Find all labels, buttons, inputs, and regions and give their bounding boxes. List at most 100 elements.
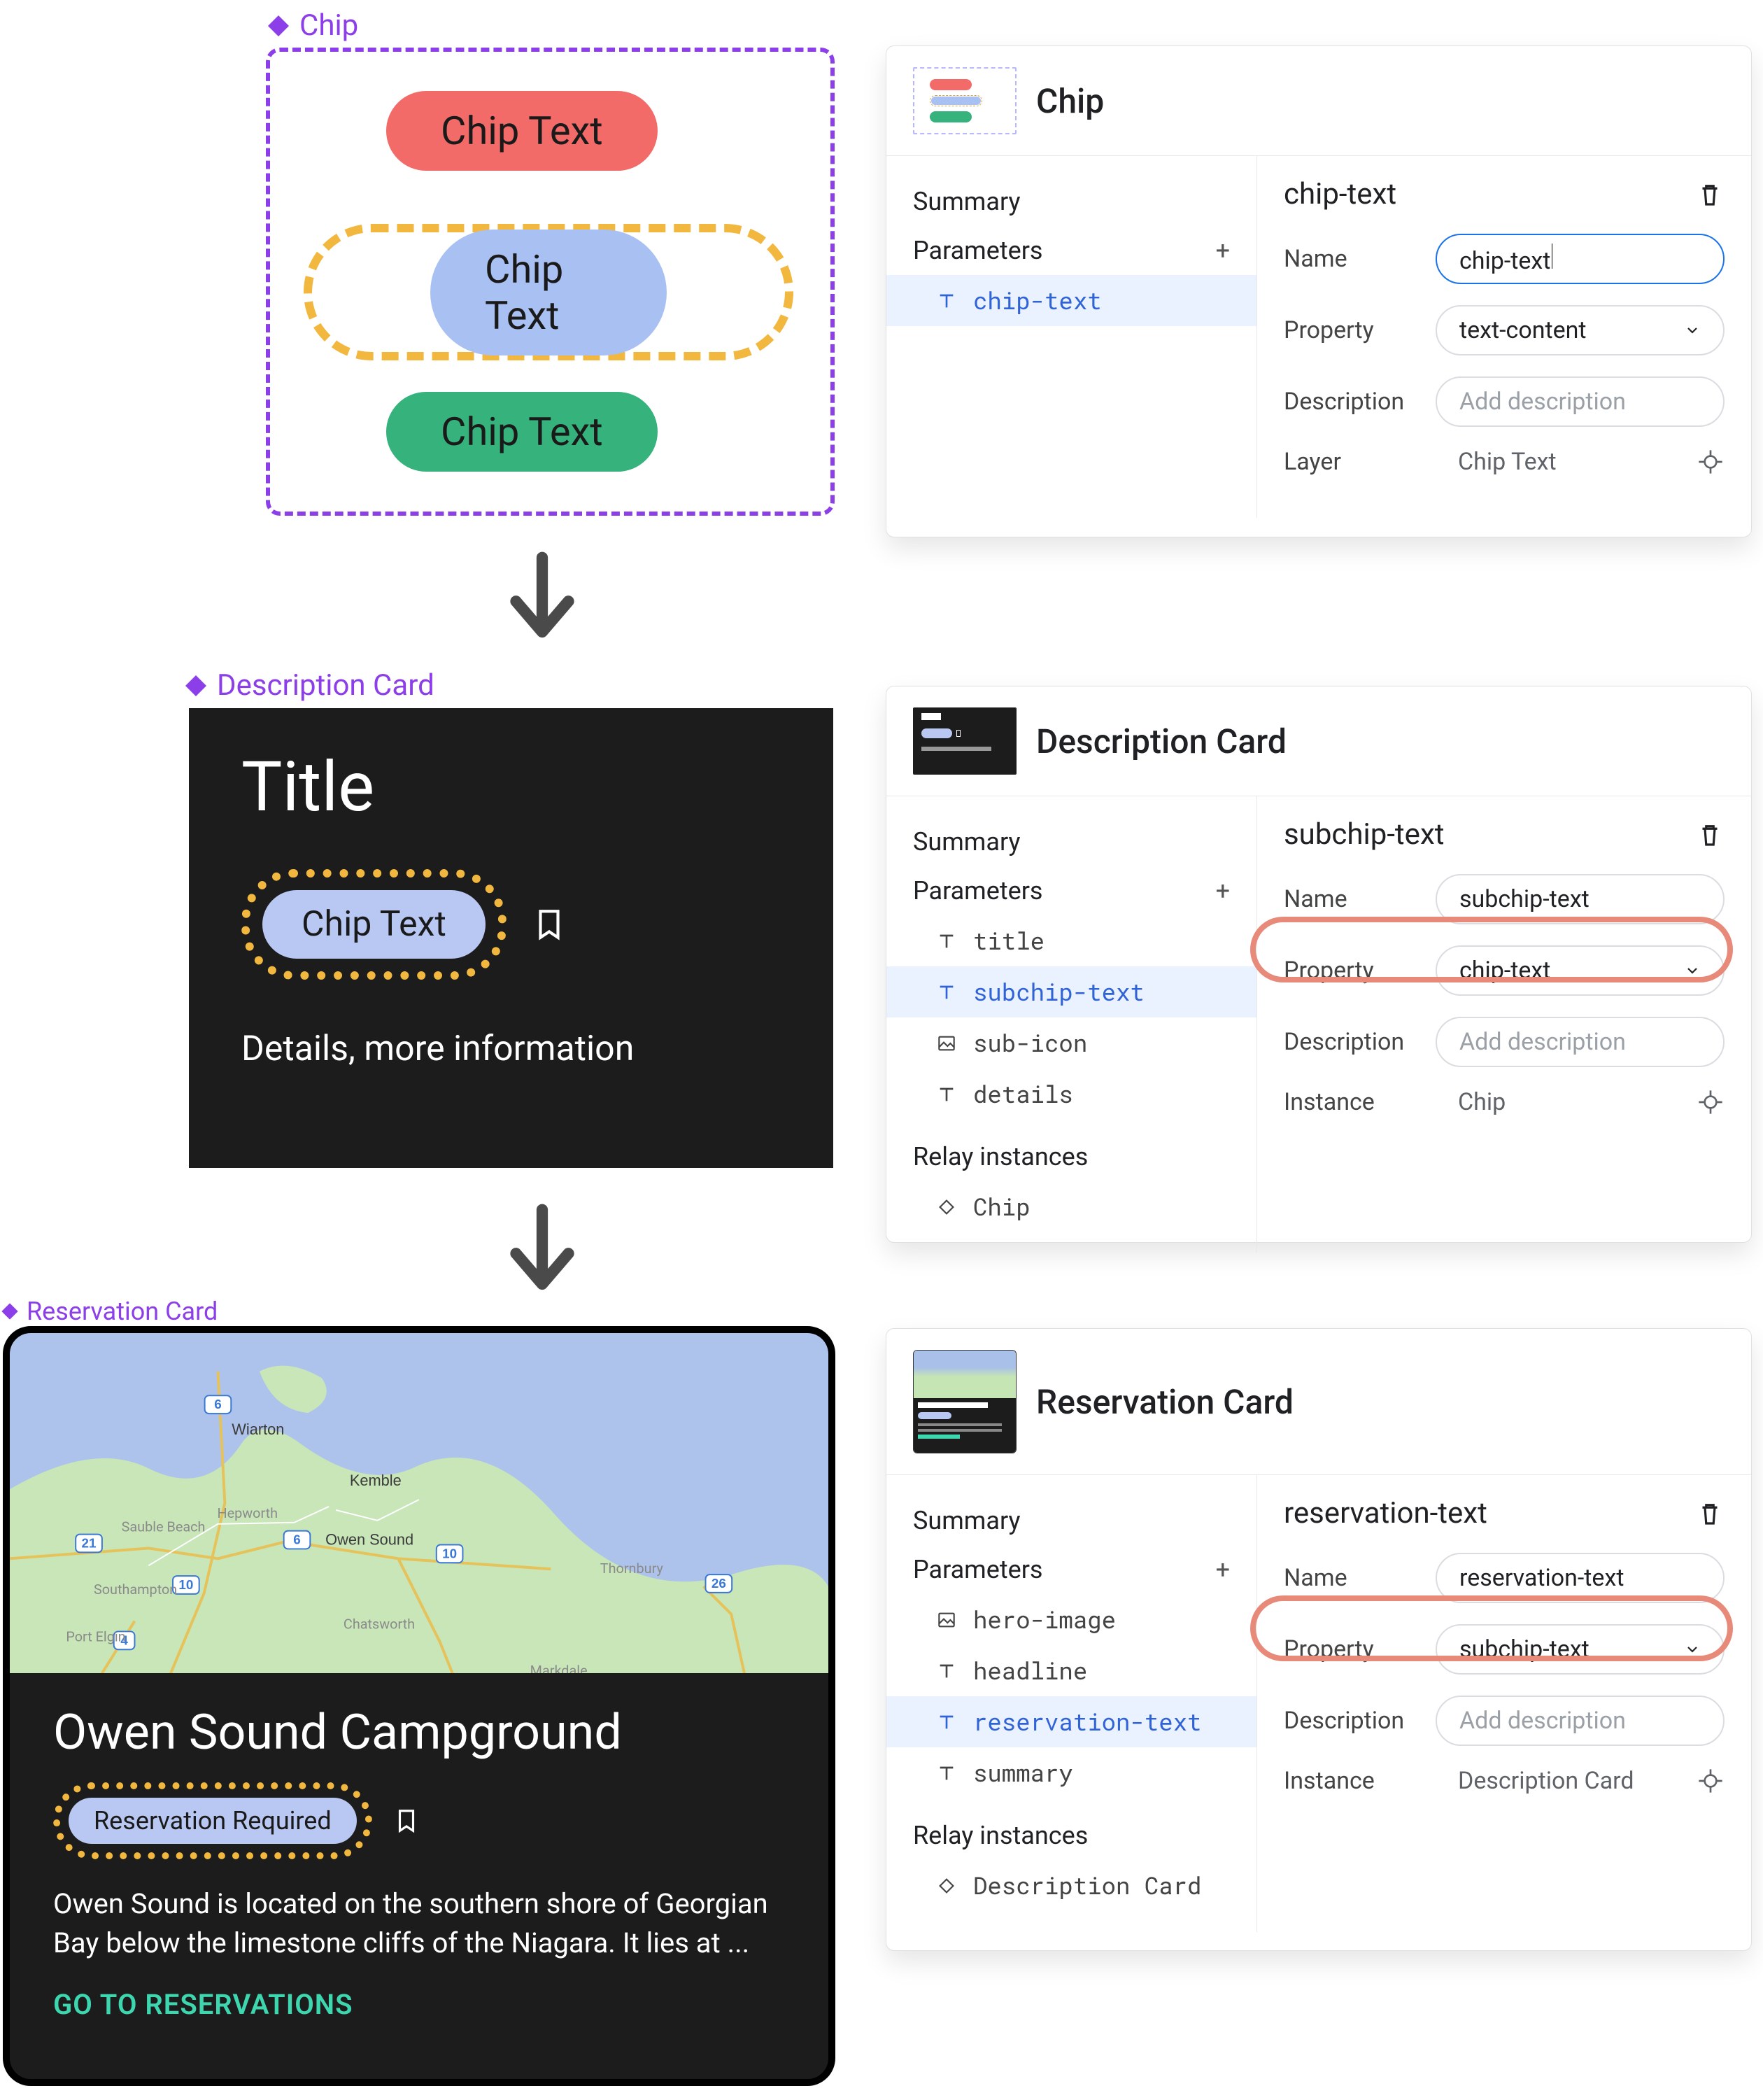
name-input[interactable]: reservation-text — [1436, 1553, 1725, 1603]
name-input[interactable]: subchip-text — [1436, 874, 1725, 924]
chip-text: Chip Text — [485, 246, 563, 339]
map-road-label: 10 — [178, 1577, 193, 1592]
component-label-description-card: Description Card — [183, 668, 434, 703]
image-icon — [935, 1032, 958, 1055]
reservation-chip[interactable]: Reservation Required — [69, 1798, 357, 1844]
name-input[interactable]: chip-text — [1436, 234, 1725, 284]
description-label: Description — [1284, 1707, 1436, 1735]
go-to-reservations-button[interactable]: GO TO RESERVATIONS — [53, 1988, 785, 2021]
chevron-down-icon — [1684, 1641, 1701, 1658]
parameter-item-label: reservation-text — [973, 1706, 1201, 1738]
more-menu-icon[interactable] — [1699, 1389, 1725, 1414]
map-place: Southampton — [94, 1581, 177, 1598]
parameter-item[interactable]: sub-icon — [886, 1017, 1256, 1069]
parameter-item[interactable]: details — [886, 1069, 1256, 1120]
add-parameter-button[interactable]: + — [1216, 876, 1230, 905]
text-icon — [935, 981, 958, 1003]
map-place: Markdale — [530, 1663, 588, 1673]
name-label: Name — [1284, 1564, 1436, 1592]
map-road-label: 10 — [442, 1546, 457, 1560]
description-input[interactable]: Add description — [1436, 1696, 1725, 1746]
text-icon — [935, 1660, 958, 1682]
parameter-item[interactable]: reservation-text — [886, 1696, 1256, 1747]
parameter-item[interactable]: Description Card — [886, 1860, 1256, 1911]
parameter-item[interactable]: subchip-text — [886, 966, 1256, 1017]
chevron-down-icon — [1684, 322, 1701, 339]
locate-icon[interactable] — [1697, 448, 1725, 476]
map-place: Sauble Beach — [122, 1519, 206, 1535]
property-select[interactable]: subchip-text — [1436, 1624, 1725, 1675]
delete-icon[interactable] — [1695, 820, 1725, 850]
parameter-item-label: details — [973, 1078, 1073, 1110]
section-relay-instances: Relay instances — [886, 1811, 1256, 1860]
component-label-reservation-card: Reservation Card — [0, 1297, 218, 1326]
detail-title: reservation-text — [1284, 1496, 1487, 1530]
instance-label: Instance — [1284, 1088, 1436, 1116]
parameter-item[interactable]: chip-text — [886, 275, 1256, 326]
name-label: Name — [1284, 245, 1436, 273]
parameter-item-label: summary — [973, 1757, 1073, 1789]
component-thumbnail — [913, 707, 1017, 775]
description-card: Title Chip Text Details, more informatio… — [189, 708, 833, 1168]
property-label: Property — [1284, 316, 1436, 344]
more-menu-icon[interactable] — [1699, 728, 1725, 754]
map-place: Owen Sound — [325, 1530, 413, 1548]
bookmark-icon[interactable] — [532, 902, 567, 947]
chip-text: Chip Text — [441, 409, 603, 455]
section-summary[interactable]: Summary — [886, 177, 1256, 226]
component-thumbnail — [913, 67, 1017, 134]
parameter-item-label: Description Card — [973, 1870, 1201, 1901]
component-label-text: Description Card — [217, 668, 434, 703]
property-select[interactable]: text-content — [1436, 305, 1725, 355]
component-icon — [183, 673, 208, 698]
map-place: Hepworth — [217, 1505, 278, 1521]
chip-green[interactable]: Chip Text — [386, 392, 658, 472]
more-menu-icon[interactable] — [1699, 88, 1725, 113]
parameter-item-label: headline — [973, 1655, 1087, 1686]
map-place: Port Elgin — [66, 1628, 125, 1644]
add-parameter-button[interactable]: + — [1216, 236, 1230, 265]
parameter-item[interactable]: headline — [886, 1645, 1256, 1696]
description-input[interactable]: Add description — [1436, 376, 1725, 427]
parameters-panel-reservation-card: Reservation Card Summary Parameters + he… — [886, 1328, 1752, 1951]
property-label: Property — [1284, 1635, 1436, 1663]
delete-icon[interactable] — [1695, 180, 1725, 209]
map-road-label: 26 — [711, 1576, 726, 1591]
description-chip[interactable]: Chip Text — [262, 890, 486, 959]
chevron-down-icon — [1684, 962, 1701, 979]
add-parameter-button[interactable]: + — [1216, 1555, 1230, 1584]
description-details: Details, more information — [241, 1029, 781, 1069]
description-input[interactable]: Add description — [1436, 1017, 1725, 1067]
locate-icon[interactable] — [1697, 1088, 1725, 1116]
arrow-down-icon — [490, 1190, 595, 1309]
chip-red[interactable]: Chip Text — [386, 91, 658, 171]
component-label-chip: Chip — [266, 8, 358, 43]
section-relay-instances: Relay instances — [886, 1132, 1256, 1181]
delete-icon[interactable] — [1695, 1499, 1725, 1528]
parameter-item[interactable]: hero-image — [886, 1594, 1256, 1645]
locate-icon[interactable] — [1697, 1767, 1725, 1795]
property-select[interactable]: chip-text — [1436, 945, 1725, 996]
instance-value: Chip — [1436, 1088, 1725, 1116]
parameter-item[interactable]: title — [886, 915, 1256, 966]
parameter-item-label: hero-image — [973, 1604, 1116, 1635]
section-summary[interactable]: Summary — [886, 817, 1256, 866]
component-thumbnail — [913, 1350, 1017, 1453]
reservation-summary: Owen Sound is located on the southern sh… — [53, 1884, 785, 1963]
component-icon — [0, 1302, 20, 1321]
map-road-label: 6 — [293, 1532, 300, 1547]
bookmark-icon[interactable] — [393, 1804, 420, 1838]
chip-text: Reservation Required — [94, 1806, 332, 1835]
section-summary[interactable]: Summary — [886, 1496, 1256, 1545]
reservation-headline: Owen Sound Campground — [53, 1704, 785, 1761]
parameter-item[interactable]: Chip — [886, 1181, 1256, 1232]
selection-outline: Chip Text — [304, 224, 793, 360]
map-place: Kemble — [350, 1472, 402, 1489]
panel-title: Reservation Card — [1036, 1382, 1680, 1422]
description-label: Description — [1284, 1028, 1436, 1056]
section-parameters: Parameters + — [886, 866, 1256, 915]
property-label: Property — [1284, 957, 1436, 985]
instance-icon — [935, 1875, 958, 1897]
chip-blue[interactable]: Chip Text — [430, 230, 667, 355]
parameter-item[interactable]: summary — [886, 1747, 1256, 1798]
